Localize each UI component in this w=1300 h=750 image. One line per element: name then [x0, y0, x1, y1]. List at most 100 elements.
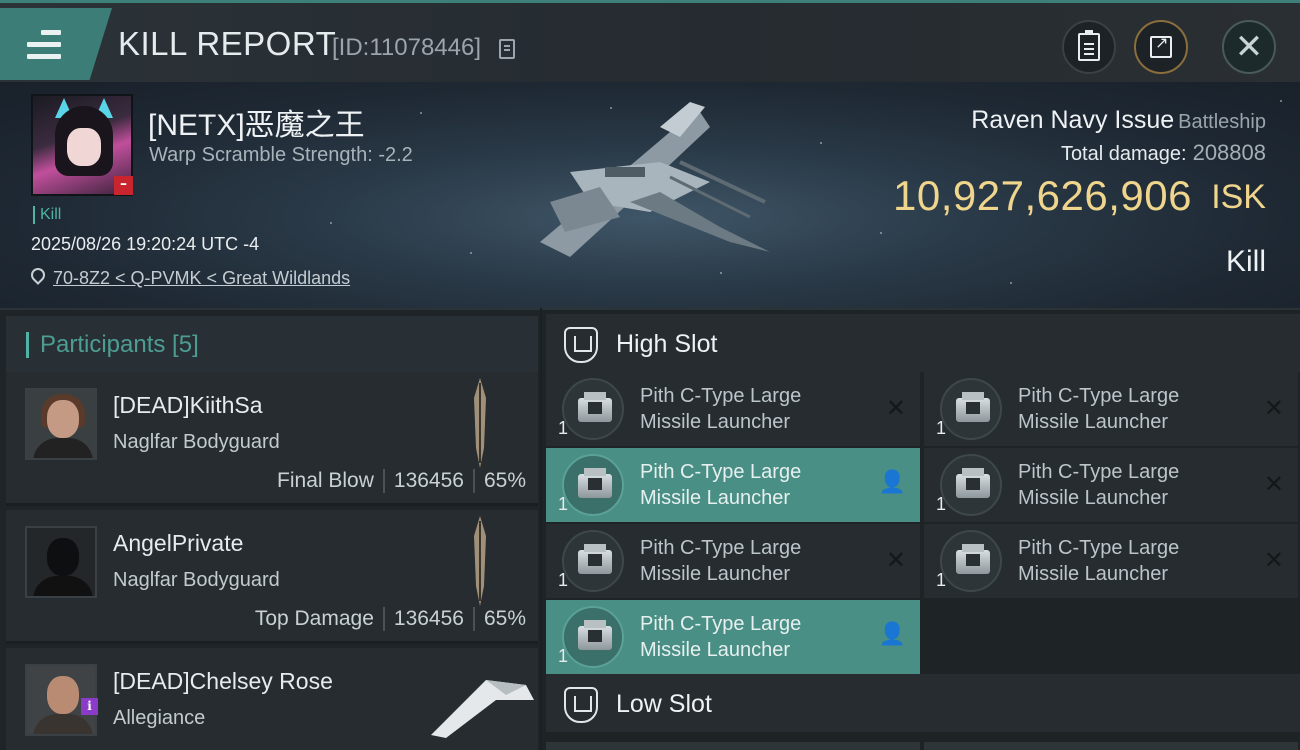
- report-id: [ID:11078446]: [332, 34, 482, 61]
- participants-title: Participants [5]: [40, 331, 199, 358]
- high-slot-title: High Slot: [616, 330, 718, 358]
- participant-row[interactable]: AngelPrivate Naglfar Bodyguard Top Damag…: [6, 510, 538, 644]
- result-label: Kill: [1225, 245, 1266, 278]
- copy-icon[interactable]: [499, 39, 515, 59]
- menu-button[interactable]: [0, 8, 112, 80]
- victim-name[interactable]: [NETX]恶魔之王: [148, 100, 365, 144]
- ship-class: Battleship: [1178, 111, 1266, 133]
- module-name: Pith C-Type Large Missile Launcher: [640, 613, 802, 661]
- participant-row[interactable]: [DEAD]KiithSa Naglfar Bodyguard Final Bl…: [6, 372, 538, 506]
- module-item[interactable]: [546, 742, 920, 750]
- module-quantity: 1: [558, 570, 569, 590]
- low-slot-icon: [564, 687, 598, 723]
- module-name: Pith C-Type Large Missile Launcher: [1018, 385, 1180, 433]
- pilot-icon: 👤: [878, 622, 906, 647]
- module-name: Pith C-Type Large Missile Launcher: [640, 461, 802, 509]
- missile-launcher-icon: [562, 606, 624, 668]
- missile-launcher-icon: [562, 454, 624, 516]
- module-quantity: 1: [936, 570, 947, 590]
- destroyed-icon: ✕: [885, 546, 906, 574]
- page-title: KILL REPORT: [118, 25, 337, 62]
- location-pin-icon: [28, 265, 48, 285]
- ship-type: Raven Navy Issue: [971, 106, 1175, 134]
- share-button[interactable]: [1134, 20, 1188, 74]
- isk-unit: ISK: [1211, 178, 1266, 216]
- total-damage-value: 208808: [1192, 140, 1266, 165]
- location-link[interactable]: 70-8Z2 < Q-PVMK < Great Wildlands: [53, 268, 350, 289]
- missile-launcher-icon: [562, 378, 624, 440]
- module-item[interactable]: 1 Pith C-Type Large Missile Launcher ✕: [924, 524, 1298, 598]
- participant-name: AngelPrivate: [113, 530, 244, 556]
- destroyed-icon: ✕: [1263, 470, 1284, 498]
- total-damage-label: Total damage:: [1060, 143, 1187, 165]
- module-item[interactable]: 1 Pith C-Type Large Missile Launcher ✕: [924, 448, 1298, 522]
- total-damage: Total damage: 208808: [1061, 140, 1266, 166]
- module-quantity: 1: [558, 646, 569, 666]
- missile-launcher-icon: [940, 378, 1002, 440]
- participant-name: [DEAD]KiithSa: [113, 392, 263, 418]
- kill-timestamp: 2025/08/26 19:20:24 UTC -4: [31, 234, 260, 254]
- participant-damage: 136456: [393, 469, 464, 492]
- module-quantity: 1: [558, 494, 569, 514]
- participant-stats: Top Damage 136456 65%: [255, 607, 526, 631]
- module-name: Pith C-Type Large Missile Launcher: [1018, 537, 1180, 585]
- pilot-icon: 👤: [878, 470, 906, 495]
- low-slot-header: Low Slot: [546, 674, 1300, 732]
- module-item[interactable]: 1 Pith C-Type Large Missile Launcher 👤: [546, 600, 920, 674]
- victim-ship-name[interactable]: Raven Navy Issue Battleship: [971, 106, 1266, 135]
- participant-ship: Naglfar Bodyguard: [113, 569, 280, 591]
- destroyed-icon: ✕: [1263, 546, 1284, 574]
- fitting-panel: High Slot 1 Pith C-Type Large Missile Lau…: [542, 308, 1300, 750]
- module-item[interactable]: 1 Pith C-Type Large Missile Launcher ✕: [546, 524, 920, 598]
- participants-panel: Participants [5] [DEAD]KiithSa Naglfar B…: [0, 308, 540, 750]
- module-name: Pith C-Type Large Missile Launcher: [640, 537, 802, 585]
- info-badge: i: [81, 698, 98, 715]
- module-name: Pith C-Type Large Missile Launcher: [1018, 461, 1180, 509]
- victim-ship-render: [540, 102, 770, 257]
- high-slot-header: High Slot: [546, 314, 1300, 372]
- missile-launcher-icon: [940, 454, 1002, 516]
- participant-row[interactable]: i [DEAD]Chelsey Rose Allegiance: [6, 648, 538, 750]
- participant-portrait[interactable]: [25, 526, 97, 598]
- module-quantity: 1: [936, 494, 947, 514]
- participant-name: [DEAD]Chelsey Rose: [113, 668, 333, 694]
- hamburger-icon: [27, 30, 61, 60]
- isk-value: 10,927,626,906: [893, 172, 1192, 219]
- missile-launcher-icon: [562, 530, 624, 592]
- participant-role: Top Damage: [254, 607, 374, 630]
- module-quantity: 1: [936, 418, 947, 438]
- share-icon: [1150, 33, 1172, 58]
- participant-ship-icon: [431, 680, 534, 738]
- module-item[interactable]: 1 Pith C-Type Large Missile Launcher 👤: [546, 448, 920, 522]
- destroyed-icon: ✕: [1263, 394, 1284, 422]
- participant-portrait[interactable]: [25, 388, 97, 460]
- victim-banner: [NETX]恶魔之王 Warp Scramble Strength: -2.2 …: [0, 82, 1300, 308]
- participant-ship-icon: [474, 516, 486, 606]
- participant-ship: Allegiance: [113, 707, 206, 729]
- participant-damage: 136456: [393, 607, 464, 630]
- module-quantity: 1: [558, 418, 569, 438]
- module-item[interactable]: [924, 742, 1298, 750]
- participant-ship: Naglfar Bodyguard: [113, 431, 280, 453]
- missile-launcher-icon: [940, 530, 1002, 592]
- hostile-badge: –: [114, 176, 133, 195]
- module-name: Pith C-Type Large Missile Launcher: [640, 385, 802, 433]
- participant-role: Final Blow: [277, 469, 374, 492]
- participant-stats: Final Blow 136456 65%: [277, 469, 526, 493]
- top-bar: KILL REPORT [ID:11078446] ✕: [0, 0, 1300, 82]
- module-item[interactable]: 1 Pith C-Type Large Missile Launcher ✕: [546, 372, 920, 446]
- participant-percent: 65%: [483, 607, 526, 630]
- kill-tag: Kill: [33, 206, 61, 224]
- participants-header: Participants [5]: [6, 316, 538, 374]
- close-button[interactable]: ✕: [1222, 20, 1276, 74]
- clipboard-button[interactable]: [1062, 20, 1116, 74]
- clipboard-icon: [1078, 30, 1100, 61]
- participant-percent: 65%: [483, 469, 526, 492]
- warp-scramble-strength: Warp Scramble Strength: -2.2: [149, 144, 413, 166]
- high-slot-icon: [564, 327, 598, 363]
- participant-ship-icon: [474, 378, 486, 468]
- destroyed-icon: ✕: [885, 394, 906, 422]
- low-slot-title: Low Slot: [616, 690, 712, 718]
- module-item[interactable]: 1 Pith C-Type Large Missile Launcher ✕: [924, 372, 1298, 446]
- close-icon: ✕: [1234, 27, 1264, 67]
